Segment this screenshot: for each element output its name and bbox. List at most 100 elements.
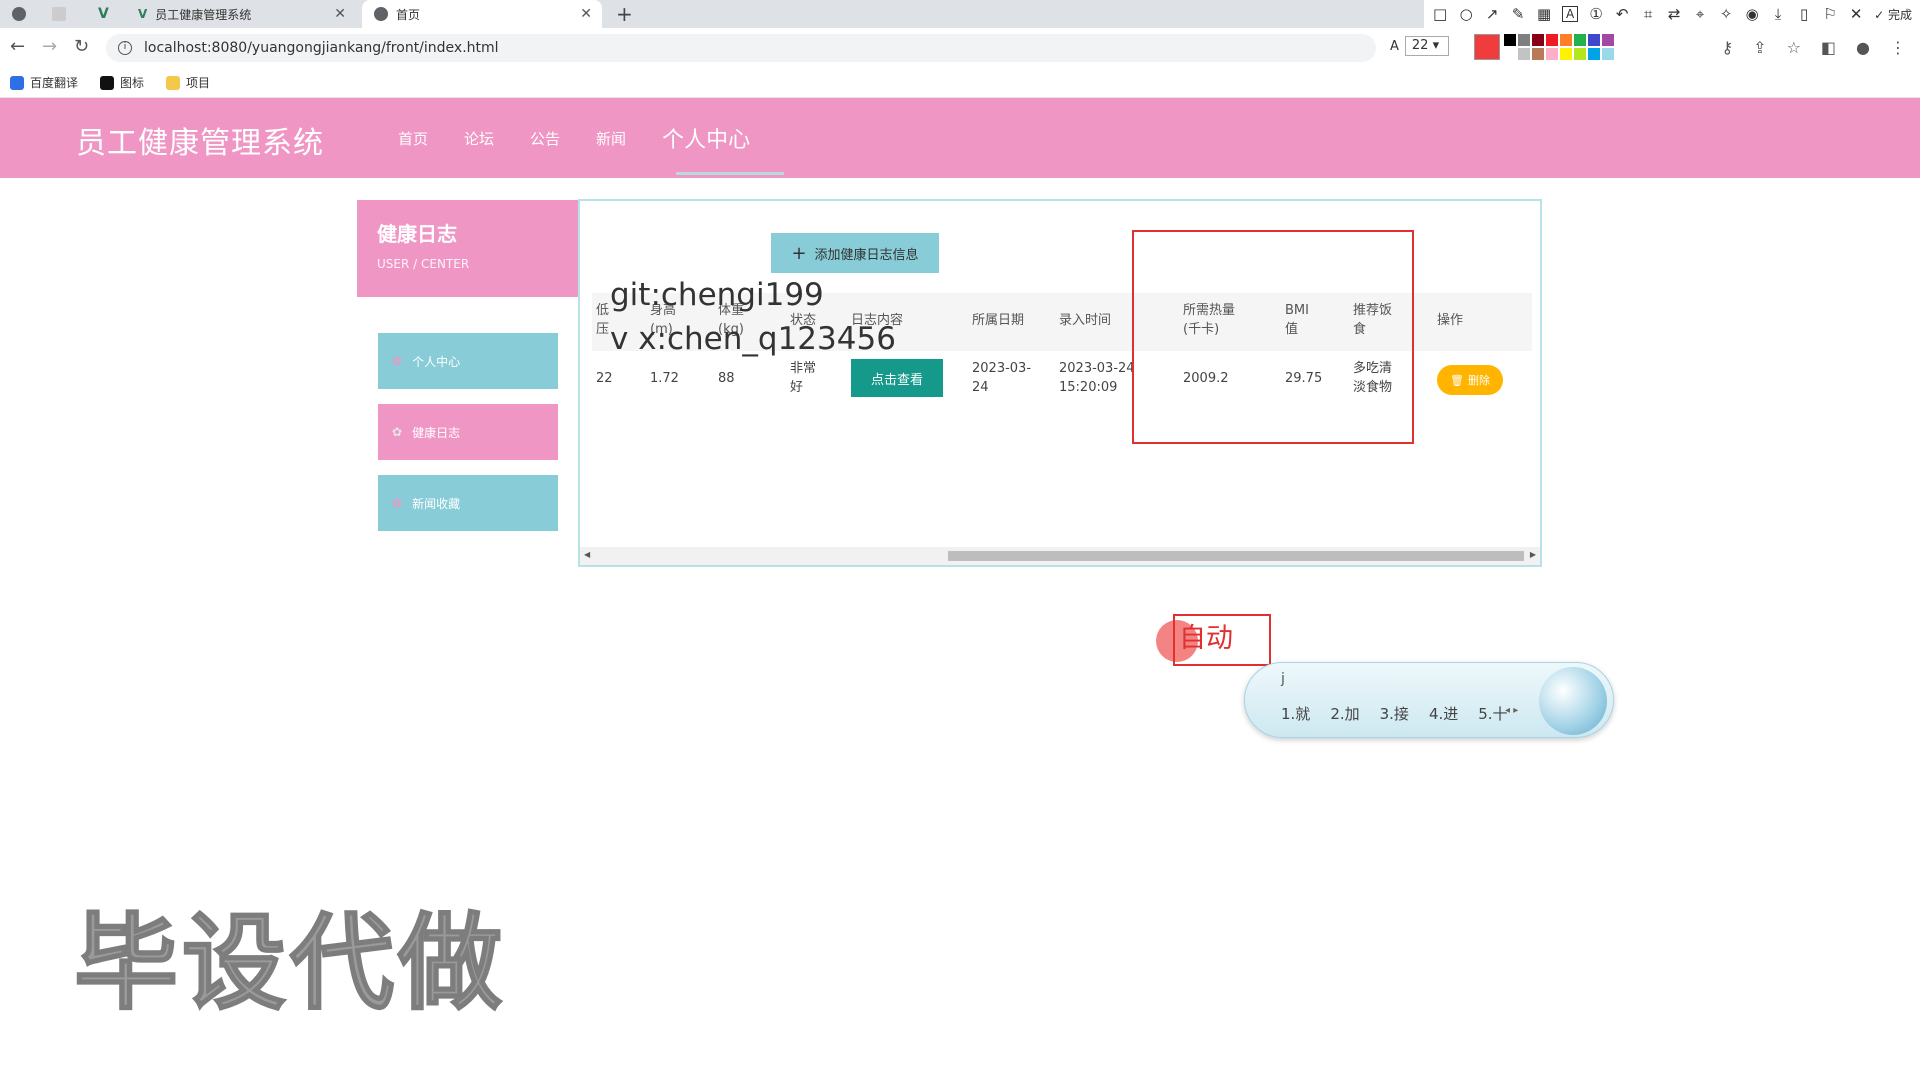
color-swatch[interactable] <box>1602 48 1614 60</box>
color-swatch[interactable] <box>1504 34 1516 46</box>
share-icon[interactable]: ⇪ <box>1753 38 1766 57</box>
color-swatch[interactable] <box>1588 48 1600 60</box>
text-tool-icon[interactable]: A <box>1562 6 1579 22</box>
sidebar-item-label: 新闻收藏 <box>412 496 461 511</box>
site-title: 员工健康管理系统 <box>76 126 324 161</box>
url-text: localhost:8080/yuangongjiankang/front/in… <box>144 40 499 56</box>
record-icon[interactable]: ◉ <box>1744 5 1760 23</box>
ime-candidate[interactable]: 2.加 <box>1330 703 1359 724</box>
ime-page-arrows-icon[interactable]: ◂ ▸ <box>1505 705 1518 716</box>
tab-pinned-3[interactable]: V <box>86 0 126 28</box>
undo-icon[interactable]: ↶ <box>1614 5 1630 23</box>
sidebar-item-personal-center[interactable]: ✿ 个人中心 <box>378 333 558 389</box>
annotation-text-box[interactable]: 自动 <box>1173 614 1271 666</box>
color-swatch[interactable] <box>1518 48 1530 60</box>
color-swatch[interactable] <box>1532 48 1544 60</box>
vue-icon: V <box>98 6 109 22</box>
nav-forum[interactable]: 论坛 <box>464 128 494 149</box>
tab-admin[interactable]: V 员工健康管理系统 ✕ <box>126 0 356 28</box>
color-swatch[interactable] <box>1560 34 1572 46</box>
font-icon: A <box>1390 38 1399 54</box>
horizontal-scrollbar[interactable]: ◀ ▶ <box>580 547 1540 565</box>
sidebar-item-health-log[interactable]: ✿ 健康日志 <box>378 404 558 460</box>
annotation-text: 自动 <box>1179 623 1233 654</box>
image-icon <box>100 75 115 90</box>
close-icon[interactable]: ✕ <box>334 6 346 22</box>
add-health-log-button[interactable]: + 添加健康日志信息 <box>771 233 939 273</box>
close-icon[interactable]: ✕ <box>1848 5 1864 23</box>
ime-candidates: 1.就 2.加 3.接 4.进 5.十 <box>1281 703 1508 724</box>
ellipse-tool-icon[interactable]: ○ <box>1458 5 1474 23</box>
sidebar-item-news-favorites[interactable]: ✿ 新闻收藏 <box>378 475 558 531</box>
tab-pinned-1[interactable] <box>0 0 40 28</box>
pen-tool-icon[interactable]: ✎ <box>1510 5 1526 23</box>
cell-weight: 88 <box>718 371 735 386</box>
tab-home[interactable]: 首页 ✕ <box>362 0 602 28</box>
menu-icon[interactable]: ⋮ <box>1890 38 1906 57</box>
font-size-select[interactable]: 22 ▾ <box>1404 36 1449 56</box>
scroll-thumb[interactable] <box>948 551 1524 561</box>
ime-candidate[interactable]: 3.接 <box>1380 703 1409 724</box>
watermark-line: git:chengi199 <box>610 277 824 313</box>
delete-button[interactable]: 🗑 删除 <box>1437 365 1503 395</box>
bookmark-project[interactable]: 项目 <box>166 74 210 91</box>
ime-candidate[interactable]: 5.十 <box>1478 703 1507 724</box>
download-icon[interactable]: ⤓ <box>1770 5 1786 23</box>
nav-home[interactable]: 首页 <box>398 128 428 149</box>
sidepanel-icon[interactable]: ◧ <box>1821 38 1836 57</box>
new-tab-button[interactable]: + <box>616 2 633 26</box>
pin-icon[interactable]: ⌖ <box>1692 5 1708 23</box>
page-icon <box>52 7 66 21</box>
bookmark-icon[interactable]: ⚐ <box>1822 5 1838 23</box>
color-swatch[interactable] <box>1504 48 1516 60</box>
color-swatch[interactable] <box>1602 34 1614 46</box>
rectangle-tool-icon[interactable]: □ <box>1432 5 1448 23</box>
color-swatch[interactable] <box>1518 34 1530 46</box>
color-swatch[interactable] <box>1532 34 1544 46</box>
tab-pinned-2[interactable] <box>40 0 80 28</box>
phone-icon[interactable]: ▯ <box>1796 5 1812 23</box>
close-icon[interactable]: ✕ <box>580 6 592 22</box>
color-swatch[interactable] <box>1574 48 1586 60</box>
color-swatch[interactable] <box>1560 48 1572 60</box>
color-swatch[interactable] <box>1574 34 1586 46</box>
star-icon[interactable]: ☆ <box>1787 38 1801 57</box>
arrow-tool-icon[interactable]: ↗ <box>1484 5 1500 23</box>
nav-personal-center[interactable]: 个人中心 <box>662 122 750 154</box>
info-icon[interactable]: i <box>118 41 132 55</box>
nav-news[interactable]: 新闻 <box>596 128 626 149</box>
sidebar-item-label: 个人中心 <box>412 354 461 369</box>
flower-icon: ✿ <box>392 496 403 510</box>
cell-low-pressure: 22 <box>596 371 613 386</box>
magic-icon[interactable]: ✧ <box>1718 5 1734 23</box>
vue-icon: V <box>138 7 148 21</box>
color-swatch[interactable] <box>1546 48 1558 60</box>
color-swatch[interactable] <box>1546 34 1558 46</box>
folder-icon <box>166 75 181 90</box>
mosaic-tool-icon[interactable]: ▦ <box>1536 5 1552 23</box>
key-icon[interactable]: ⚷ <box>1721 38 1733 57</box>
plus-icon: + <box>791 242 807 264</box>
scroll-left-icon[interactable]: ◀ <box>584 550 590 559</box>
main-nav: 首页 论坛 公告 新闻 个人中心 <box>398 98 786 178</box>
current-color-swatch[interactable] <box>1474 34 1500 60</box>
done-button[interactable]: ✓ 完成 <box>1874 6 1912 23</box>
nav-notice[interactable]: 公告 <box>530 128 560 149</box>
number-tool-icon[interactable]: ① <box>1588 5 1604 23</box>
scroll-right-icon[interactable]: ▶ <box>1530 550 1536 559</box>
forward-icon[interactable]: → <box>42 36 57 57</box>
reload-icon[interactable]: ↻ <box>74 36 89 57</box>
view-log-button[interactable]: 点击查看 <box>851 359 943 397</box>
back-icon[interactable]: ← <box>10 36 25 57</box>
browser-toolbar: ⚷ ⇪ ☆ ◧ ● ⋮ <box>1721 38 1906 57</box>
bookmark-baidu-translate[interactable]: 百度翻译 <box>10 74 78 91</box>
color-swatch[interactable] <box>1588 34 1600 46</box>
ime-candidate[interactable]: 1.就 <box>1281 703 1310 724</box>
crop-icon[interactable]: ⌗ <box>1640 5 1656 23</box>
translate-icon[interactable]: ⇄ <box>1666 5 1682 23</box>
bookmark-icons[interactable]: 图标 <box>100 74 144 91</box>
url-field[interactable]: i localhost:8080/yuangongjiankang/front/… <box>106 34 1376 62</box>
profile-icon[interactable]: ● <box>1856 38 1870 57</box>
ime-candidate[interactable]: 4.进 <box>1429 703 1458 724</box>
done-label: 完成 <box>1887 7 1912 22</box>
